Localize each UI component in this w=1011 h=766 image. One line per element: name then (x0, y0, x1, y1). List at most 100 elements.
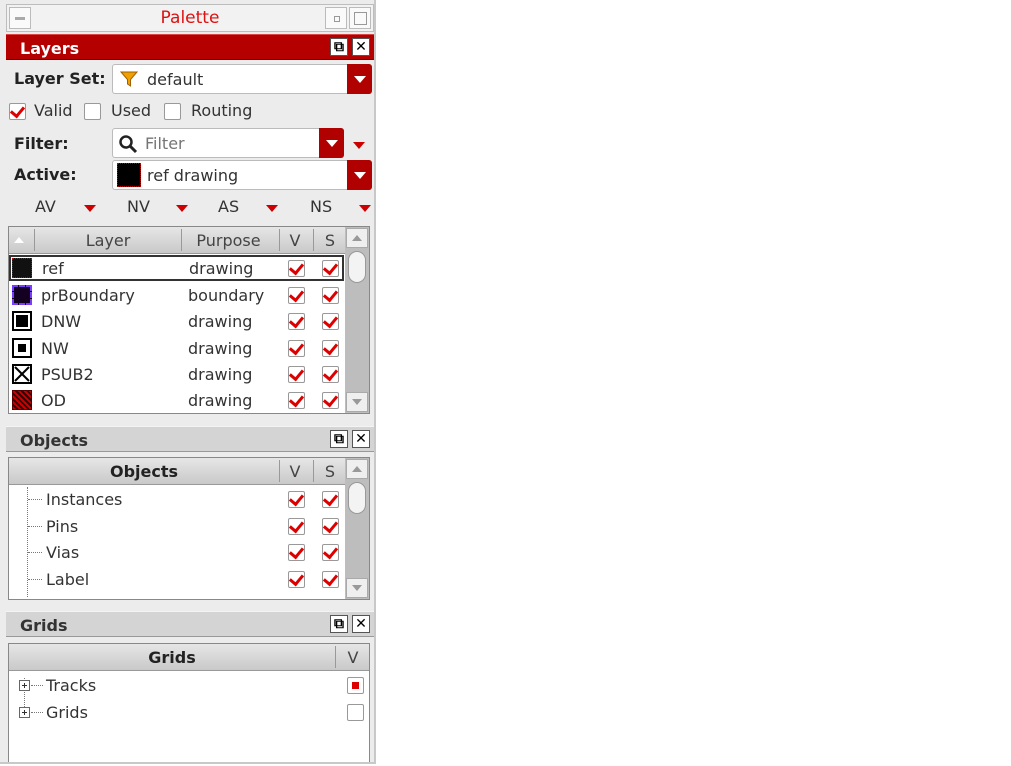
object-selectable-checkbox[interactable] (322, 544, 339, 561)
layers-float-icon[interactable]: ⧉ (330, 38, 348, 56)
v-column-header[interactable]: V (280, 462, 310, 481)
grids-table: Grids V Tracks Grids (8, 643, 370, 762)
scroll-up-icon[interactable] (346, 228, 368, 248)
object-row-instances[interactable]: Instances (9, 486, 344, 512)
objects-close-icon[interactable]: ✕ (352, 430, 370, 448)
grids-section-title: Grids (20, 616, 68, 635)
grid-row-tracks[interactable]: Tracks (9, 672, 369, 698)
layer-name: PSUB2 (41, 365, 94, 384)
layer-visible-checkbox[interactable] (288, 287, 305, 304)
object-row-label[interactable]: Label (9, 566, 344, 592)
objects-column-header[interactable]: Objects (9, 462, 279, 481)
filter-combo[interactable] (112, 128, 344, 158)
layer-selectable-checkbox[interactable] (322, 340, 339, 357)
object-selectable-checkbox[interactable] (322, 571, 339, 588)
objects-table-header: Objects V S (9, 458, 347, 485)
layer-row-prboundary[interactable]: prBoundary boundary (9, 282, 344, 308)
layer-selectable-checkbox[interactable] (322, 287, 339, 304)
prboundary-layer-swatch-icon (12, 285, 32, 305)
layer-visible-checkbox[interactable] (288, 340, 305, 357)
as-dropdown-icon[interactable] (266, 205, 278, 212)
scroll-down-icon[interactable] (346, 392, 368, 412)
layer-row-psub2[interactable]: PSUB2 drawing (9, 361, 344, 387)
object-visible-checkbox[interactable] (288, 518, 305, 535)
grid-name: Grids (46, 703, 88, 722)
valid-checkbox[interactable] (9, 103, 26, 120)
object-visible-checkbox[interactable] (288, 544, 305, 561)
layers-scrollbar[interactable] (345, 227, 369, 413)
ns-dropdown-icon[interactable] (359, 205, 371, 212)
layer-column-header[interactable]: Layer (35, 231, 181, 250)
object-visible-checkbox[interactable] (288, 491, 305, 508)
grids-close-icon[interactable]: ✕ (352, 615, 370, 633)
window-titlebar[interactable]: Palette (6, 4, 374, 32)
nv-dropdown-icon[interactable] (176, 205, 188, 212)
active-layer-dropdown-icon[interactable] (347, 160, 372, 190)
expand-icon[interactable] (19, 707, 30, 718)
sort-toggle-icon[interactable] (14, 237, 24, 243)
grid-name: Tracks (46, 676, 97, 695)
layer-purpose: drawing (189, 259, 254, 278)
scroll-down-icon[interactable] (346, 578, 368, 598)
scroll-thumb[interactable] (348, 482, 366, 514)
object-row-vias[interactable]: Vias (9, 539, 344, 565)
active-label: Active: (14, 165, 77, 184)
layer-selectable-checkbox[interactable] (322, 313, 339, 330)
object-selectable-checkbox[interactable] (322, 518, 339, 535)
objects-section-title: Objects (20, 431, 89, 450)
minimize-button[interactable] (325, 7, 347, 29)
av-dropdown-icon[interactable] (84, 205, 96, 212)
filter-input[interactable] (143, 133, 317, 154)
object-visible-checkbox[interactable] (288, 571, 305, 588)
grid-row-grids[interactable]: Grids (9, 699, 369, 725)
av-button[interactable]: AV (35, 197, 56, 216)
v-column-header[interactable]: V (280, 231, 310, 250)
filter-options-icon[interactable] (353, 142, 365, 149)
layer-visible-checkbox[interactable] (288, 366, 305, 383)
ns-button[interactable]: NS (310, 197, 332, 216)
objects-scrollbar[interactable] (345, 458, 369, 599)
layer-row-ref[interactable]: ref drawing (9, 255, 344, 281)
used-checkbox[interactable] (84, 103, 101, 120)
layer-visible-checkbox[interactable] (288, 260, 305, 277)
layer-set-dropdown-icon[interactable] (347, 64, 372, 94)
layer-visible-checkbox[interactable] (288, 392, 305, 409)
active-layer-combo[interactable]: ref drawing (112, 160, 372, 190)
expand-icon[interactable] (19, 680, 30, 691)
psub2-layer-swatch-icon (12, 364, 32, 384)
scroll-up-icon[interactable] (346, 459, 368, 479)
s-column-header[interactable]: S (314, 231, 346, 250)
window-title: Palette (160, 8, 220, 28)
object-selectable-checkbox[interactable] (322, 491, 339, 508)
filter-history-dropdown-icon[interactable] (319, 128, 344, 158)
layer-name: OD (41, 391, 66, 410)
layer-visible-checkbox[interactable] (288, 313, 305, 330)
filter-label: Filter: (14, 134, 69, 153)
layer-row-dnw[interactable]: DNW drawing (9, 308, 344, 334)
layer-selectable-checkbox[interactable] (322, 392, 339, 409)
layers-close-icon[interactable]: ✕ (352, 38, 370, 56)
grid-visible-checkbox[interactable] (347, 677, 364, 694)
palette-window: Palette Layers ⧉ ✕ Layer Set: default Va… (0, 0, 376, 764)
layer-row-od[interactable]: OD drawing (9, 387, 344, 413)
layer-set-value: default (147, 70, 204, 89)
v-column-header[interactable]: V (336, 648, 369, 667)
scroll-thumb[interactable] (348, 251, 366, 283)
layer-set-combo[interactable]: default (112, 64, 372, 94)
ref-layer-swatch-icon (12, 258, 32, 278)
grids-float-icon[interactable]: ⧉ (330, 615, 348, 633)
objects-float-icon[interactable]: ⧉ (330, 430, 348, 448)
object-row-pins[interactable]: Pins (9, 513, 344, 539)
s-column-header[interactable]: S (314, 462, 346, 481)
layer-row-nw[interactable]: NW drawing (9, 335, 344, 361)
grid-visible-checkbox[interactable] (347, 704, 364, 721)
maximize-button[interactable] (349, 7, 371, 29)
purpose-column-header[interactable]: Purpose (182, 231, 275, 250)
layer-selectable-checkbox[interactable] (322, 260, 339, 277)
as-button[interactable]: AS (218, 197, 239, 216)
nv-button[interactable]: NV (127, 197, 150, 216)
layer-selectable-checkbox[interactable] (322, 366, 339, 383)
routing-checkbox[interactable] (164, 103, 181, 120)
grids-column-header[interactable]: Grids (9, 648, 335, 667)
nw-layer-swatch-icon (12, 338, 32, 358)
